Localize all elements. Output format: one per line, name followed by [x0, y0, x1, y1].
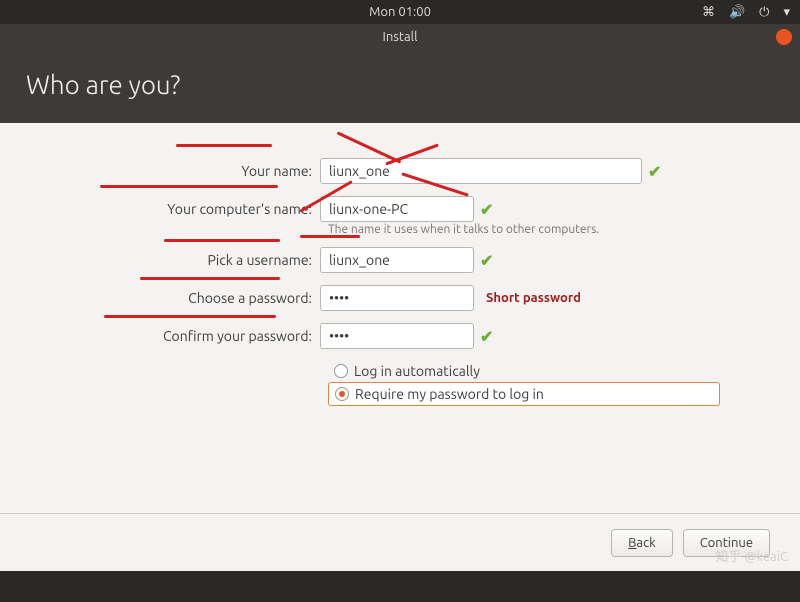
name-label: Your name: [40, 163, 320, 179]
confirm-input[interactable] [320, 323, 474, 349]
annotation-scribble [176, 144, 272, 147]
check-icon: ✔ [648, 162, 661, 181]
password-input[interactable] [320, 285, 474, 311]
name-input[interactable] [320, 158, 642, 184]
clock: Mon 01:00 [369, 5, 431, 19]
computer-helper: The name it uses when it talks to other … [328, 223, 760, 236]
annotation-scribble [140, 277, 280, 280]
login-radio-group: Log in automatically Require my password… [328, 360, 760, 406]
radio-label: Require my password to log in [355, 386, 544, 402]
computer-input[interactable] [320, 196, 474, 222]
wizard-footer: Back Continue [0, 513, 800, 571]
back-button[interactable]: Back [611, 529, 673, 557]
radio-icon [334, 364, 348, 378]
annotation-scribble [100, 185, 278, 188]
topbar-tray: ⌘ 🔊 ⏻ ▾ [702, 5, 790, 20]
page-title: Who are you? [0, 50, 800, 123]
annotation-scribble [164, 239, 280, 242]
radio-require-password[interactable]: Require my password to log in [328, 382, 720, 406]
window-titlebar: Install [0, 24, 800, 50]
check-icon: ✔ [480, 251, 493, 270]
radio-label: Log in automatically [354, 363, 480, 379]
network-icon[interactable]: ⌘ [702, 5, 715, 20]
computer-label: Your computer's name: [40, 201, 320, 217]
volume-icon[interactable]: 🔊 [729, 5, 745, 20]
system-topbar: Mon 01:00 ⌘ 🔊 ⏻ ▾ [0, 0, 800, 24]
watermark: 知乎 @keaiC [715, 546, 788, 565]
install-form: Your name: ✔ Your computer's name: ✔ The… [0, 123, 800, 571]
chevron-down-icon[interactable]: ▾ [783, 5, 790, 20]
radio-icon [335, 387, 349, 401]
close-icon[interactable] [776, 29, 792, 45]
annotation-scribble [104, 315, 276, 318]
check-icon: ✔ [480, 327, 493, 346]
power-icon[interactable]: ⏻ [759, 5, 769, 20]
window-title: Install [383, 30, 418, 44]
radio-login-auto[interactable]: Log in automatically [328, 360, 760, 382]
password-warning: Short password [486, 291, 581, 305]
confirm-label: Confirm your password: [40, 328, 320, 344]
check-icon: ✔ [480, 200, 493, 219]
username-label: Pick a username: [40, 252, 320, 268]
password-label: Choose a password: [40, 290, 320, 306]
username-input[interactable] [320, 247, 474, 273]
